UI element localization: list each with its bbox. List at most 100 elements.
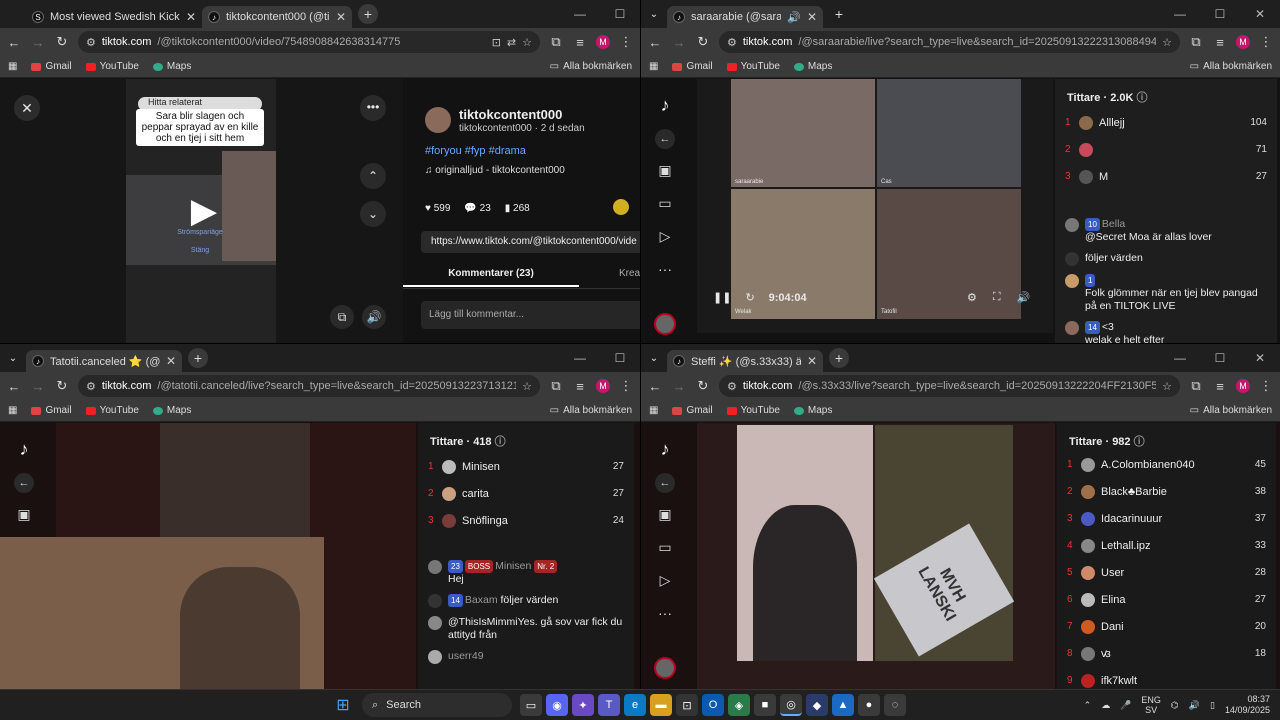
translate-icon[interactable]: ⇄ <box>507 36 516 49</box>
teams-icon[interactable]: T <box>598 694 620 716</box>
audio-playing-icon[interactable]: 🔊 <box>787 11 801 24</box>
back-icon[interactable]: ← <box>647 35 663 50</box>
start-button[interactable]: ⊞ <box>332 694 354 716</box>
minimize-icon[interactable]: — <box>1160 351 1200 365</box>
maximize-icon[interactable]: ☐ <box>1200 351 1240 365</box>
bookmark-maps[interactable]: Maps <box>793 61 832 72</box>
tiktok-logo-icon[interactable]: ♪ <box>661 95 670 116</box>
viewer-row[interactable]: 2 71 <box>1055 136 1277 163</box>
bookmark-gmail[interactable]: Gmail <box>31 61 72 72</box>
extensions-icon[interactable]: ⧉ <box>1188 378 1204 394</box>
tab-tiktok-live[interactable]: ♪Tatotii.canceled ⭐ (@tatotii.ca✕ <box>26 350 182 372</box>
apps-icon[interactable]: ▦ <box>8 61 17 72</box>
back-icon[interactable]: ← <box>647 379 663 394</box>
profile-avatar[interactable]: M <box>596 35 610 49</box>
address-bar[interactable]: ⚙ tiktok.com/@tatotii.canceled/live?searc… <box>78 375 540 397</box>
more-dots-icon[interactable]: ··· <box>655 605 675 625</box>
comment-input[interactable]: Lägg till kommentar... <box>421 301 640 329</box>
close-video-button[interactable]: ✕ <box>14 95 40 121</box>
play-square-icon[interactable]: ▷ <box>655 572 675 592</box>
new-tab-button[interactable]: + <box>829 4 849 24</box>
chevron-up-icon[interactable]: ⌃ <box>1084 700 1092 711</box>
media-icon[interactable]: ≡ <box>572 379 588 394</box>
author-avatar[interactable] <box>425 107 451 133</box>
language-indicator[interactable]: ENG SV <box>1141 695 1161 715</box>
viewer-row[interactable]: 2 Black♣Barbie 38 <box>1057 478 1276 505</box>
bookmark-gmail[interactable]: Gmail <box>31 405 72 416</box>
video-camera-icon[interactable]: ▭ <box>655 539 675 559</box>
back-arrow-icon[interactable]: ← <box>655 473 675 493</box>
close-tab-icon[interactable]: ✕ <box>166 354 176 368</box>
viewer-row[interactable]: 8 ꟃ 18 <box>1057 640 1276 667</box>
extensions-icon[interactable]: ⧉ <box>548 34 564 50</box>
menu-icon[interactable]: ⋮ <box>618 378 634 394</box>
chevron-down-icon[interactable]: ⌄ <box>360 201 386 227</box>
apps-icon[interactable]: ▦ <box>8 405 17 416</box>
forward-icon[interactable]: → <box>30 35 46 50</box>
back-icon[interactable]: ← <box>6 379 22 394</box>
refresh-icon[interactable]: ↻ <box>745 291 754 304</box>
live-video-grid[interactable]: MVH LANSKI <box>697 423 1055 689</box>
bookmark-star-icon[interactable]: ☆ <box>1162 36 1172 49</box>
more-dots-icon[interactable]: ··· <box>655 261 675 281</box>
file-explorer-icon[interactable]: ▬ <box>650 694 672 716</box>
minimize-icon[interactable]: — <box>560 351 600 365</box>
more-options-icon[interactable]: ••• <box>360 95 386 121</box>
viewer-row[interactable]: 4 Lethall.ipz 33 <box>1057 532 1276 559</box>
task-view-icon[interactable]: ▭ <box>520 694 542 716</box>
address-bar[interactable]: ⚙ tiktok.com/@saraarabie/live?search_type… <box>719 31 1180 53</box>
m365-icon[interactable]: ■ <box>754 694 776 716</box>
apps-icon[interactable]: ▦ <box>649 405 658 416</box>
forward-icon[interactable]: → <box>30 379 46 394</box>
settings-icon[interactable]: ⚙ <box>967 291 977 304</box>
info-icon[interactable]: ⓘ <box>495 436 506 448</box>
close-window-icon[interactable]: ✕ <box>1240 351 1280 365</box>
viewer-row[interactable]: 5 User 28 <box>1057 559 1276 586</box>
reload-icon[interactable]: ↻ <box>695 34 711 50</box>
all-bookmarks[interactable]: ▭ Alla bokmärken <box>550 405 632 416</box>
tab-tiktok[interactable]: ♪tiktokcontent000 (@tiktokconte✕ <box>202 6 352 28</box>
close-window-icon[interactable]: ✕ <box>1240 7 1280 21</box>
viewer-row[interactable]: 3 M 27 <box>1055 163 1277 190</box>
live-tv-icon[interactable]: ▣ <box>14 506 34 526</box>
viewer-row[interactable]: 3 Snöflinga 24 <box>418 507 634 534</box>
cloud-icon[interactable]: ☁ <box>1101 700 1110 711</box>
profile-avatar[interactable]: M <box>1236 379 1250 393</box>
bookmark-star-icon[interactable]: ☆ <box>522 380 532 393</box>
user-avatar[interactable] <box>654 657 676 679</box>
new-tab-button[interactable]: + <box>188 348 208 368</box>
bookmark-youtube[interactable]: YouTube <box>726 405 780 416</box>
live-video-grid[interactable]: saraarabie Cas Welak Tatofil ❚❚ ↻ 9:04:04 … <box>697 79 1053 333</box>
profile-avatar[interactable]: M <box>1236 35 1250 49</box>
fullscreen-icon[interactable]: ⛶ <box>993 291 1001 304</box>
tab-kick[interactable]: SMost viewed Swedish Kick Stre✕ <box>26 6 202 28</box>
taskbar-search[interactable]: ⌕ Search <box>362 693 512 717</box>
coin-icon[interactable] <box>613 199 629 215</box>
chrome-icon[interactable]: ◎ <box>780 694 802 716</box>
shield-icon[interactable]: ◈ <box>728 694 750 716</box>
bookmark-youtube[interactable]: YouTube <box>726 61 780 72</box>
minimize-icon[interactable]: — <box>1160 7 1200 21</box>
menu-icon[interactable]: ⋮ <box>618 34 634 50</box>
tab-tiktok-live[interactable]: ♪saraarabie (@saraarabie) är🔊✕ <box>667 6 823 28</box>
like-button[interactable]: ♥ 599 <box>425 203 450 214</box>
extensions-icon[interactable]: ⧉ <box>1188 34 1204 50</box>
close-tab-icon[interactable]: ✕ <box>336 10 346 24</box>
site-info-icon[interactable]: ⚙ <box>727 380 737 393</box>
all-bookmarks[interactable]: ▭ Alla bokmärken <box>550 61 632 72</box>
bookmark-maps[interactable]: Maps <box>793 405 832 416</box>
bookmark-star-icon[interactable]: ☆ <box>1162 380 1172 393</box>
play-square-icon[interactable]: ▷ <box>655 228 675 248</box>
apps-icon[interactable]: ▦ <box>649 61 658 72</box>
install-icon[interactable]: ⊡ <box>492 36 501 49</box>
maximize-icon[interactable]: ☐ <box>600 7 640 21</box>
new-tab-button[interactable]: + <box>829 348 849 368</box>
comment-button[interactable]: 💬 23 <box>464 203 490 214</box>
sound-row[interactable]: ♫ originalljud - tiktokcontent000 <box>425 165 565 176</box>
profile-avatar[interactable]: M <box>596 379 610 393</box>
tab-comments[interactable]: Kommentarer (23) <box>403 263 579 287</box>
reload-icon[interactable]: ↻ <box>54 378 70 394</box>
hashtags[interactable]: #foryou #fyp #drama <box>425 145 526 157</box>
copilot-icon[interactable]: ✦ <box>572 694 594 716</box>
tiktok-logo-icon[interactable]: ♪ <box>661 439 670 460</box>
